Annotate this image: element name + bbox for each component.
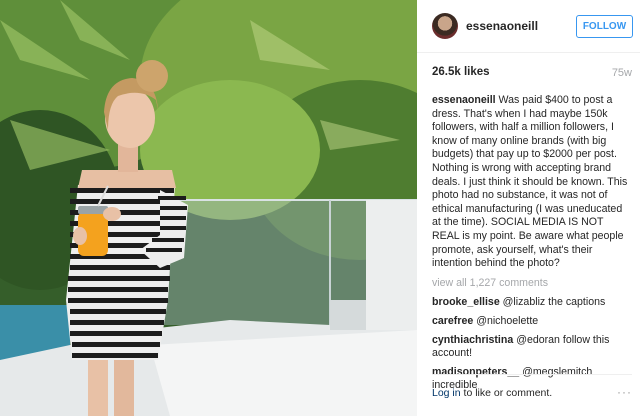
follow-button[interactable]: FOLLOW	[576, 15, 633, 38]
likes-count[interactable]: 26.5k likes	[432, 66, 490, 78]
post-age[interactable]: 75w	[612, 67, 632, 79]
comment-text: @nichoelette	[476, 314, 539, 327]
caption-username[interactable]: essenaoneill	[432, 94, 496, 106]
caption-text: Was paid $400 to post a dress. That's wh…	[432, 94, 628, 270]
more-options-icon[interactable]: ···	[617, 385, 632, 399]
comments-list: essenaoneill Was paid $400 to post a dre…	[432, 94, 632, 398]
comment-username[interactable]: brooke_ellise	[432, 296, 500, 308]
comment-item: carefree @nichoelette	[432, 315, 632, 329]
post-caption: essenaoneill Was paid $400 to post a dre…	[432, 94, 632, 271]
view-all-comments-link[interactable]: view all 1,227 comments	[432, 277, 632, 291]
login-prompt-text: to like or comment.	[460, 387, 553, 399]
post-image	[0, 0, 417, 416]
comment-username[interactable]: cynthiachristina	[432, 334, 513, 346]
comment-item: cynthiachristina @edoran follow this acc…	[432, 334, 632, 361]
post-stats: 26.5k likes 75w	[432, 66, 632, 80]
post-footer: Log in to like or comment. ···	[432, 374, 632, 404]
post-side-panel: essenaoneill FOLLOW 26.5k likes 75w esse…	[417, 0, 640, 416]
comment-username[interactable]: carefree	[432, 315, 473, 327]
login-prompt: Log in to like or comment.	[432, 387, 552, 399]
login-link[interactable]: Log in	[432, 387, 461, 399]
comment-item: brooke_ellise @lizabliz the captions	[432, 296, 632, 310]
post-username[interactable]: essenaoneill	[466, 19, 538, 33]
post-header: essenaoneill FOLLOW	[417, 0, 640, 53]
avatar[interactable]	[432, 13, 458, 39]
comment-text: @lizabliz the captions	[502, 296, 606, 309]
post-photo[interactable]	[0, 0, 417, 416]
